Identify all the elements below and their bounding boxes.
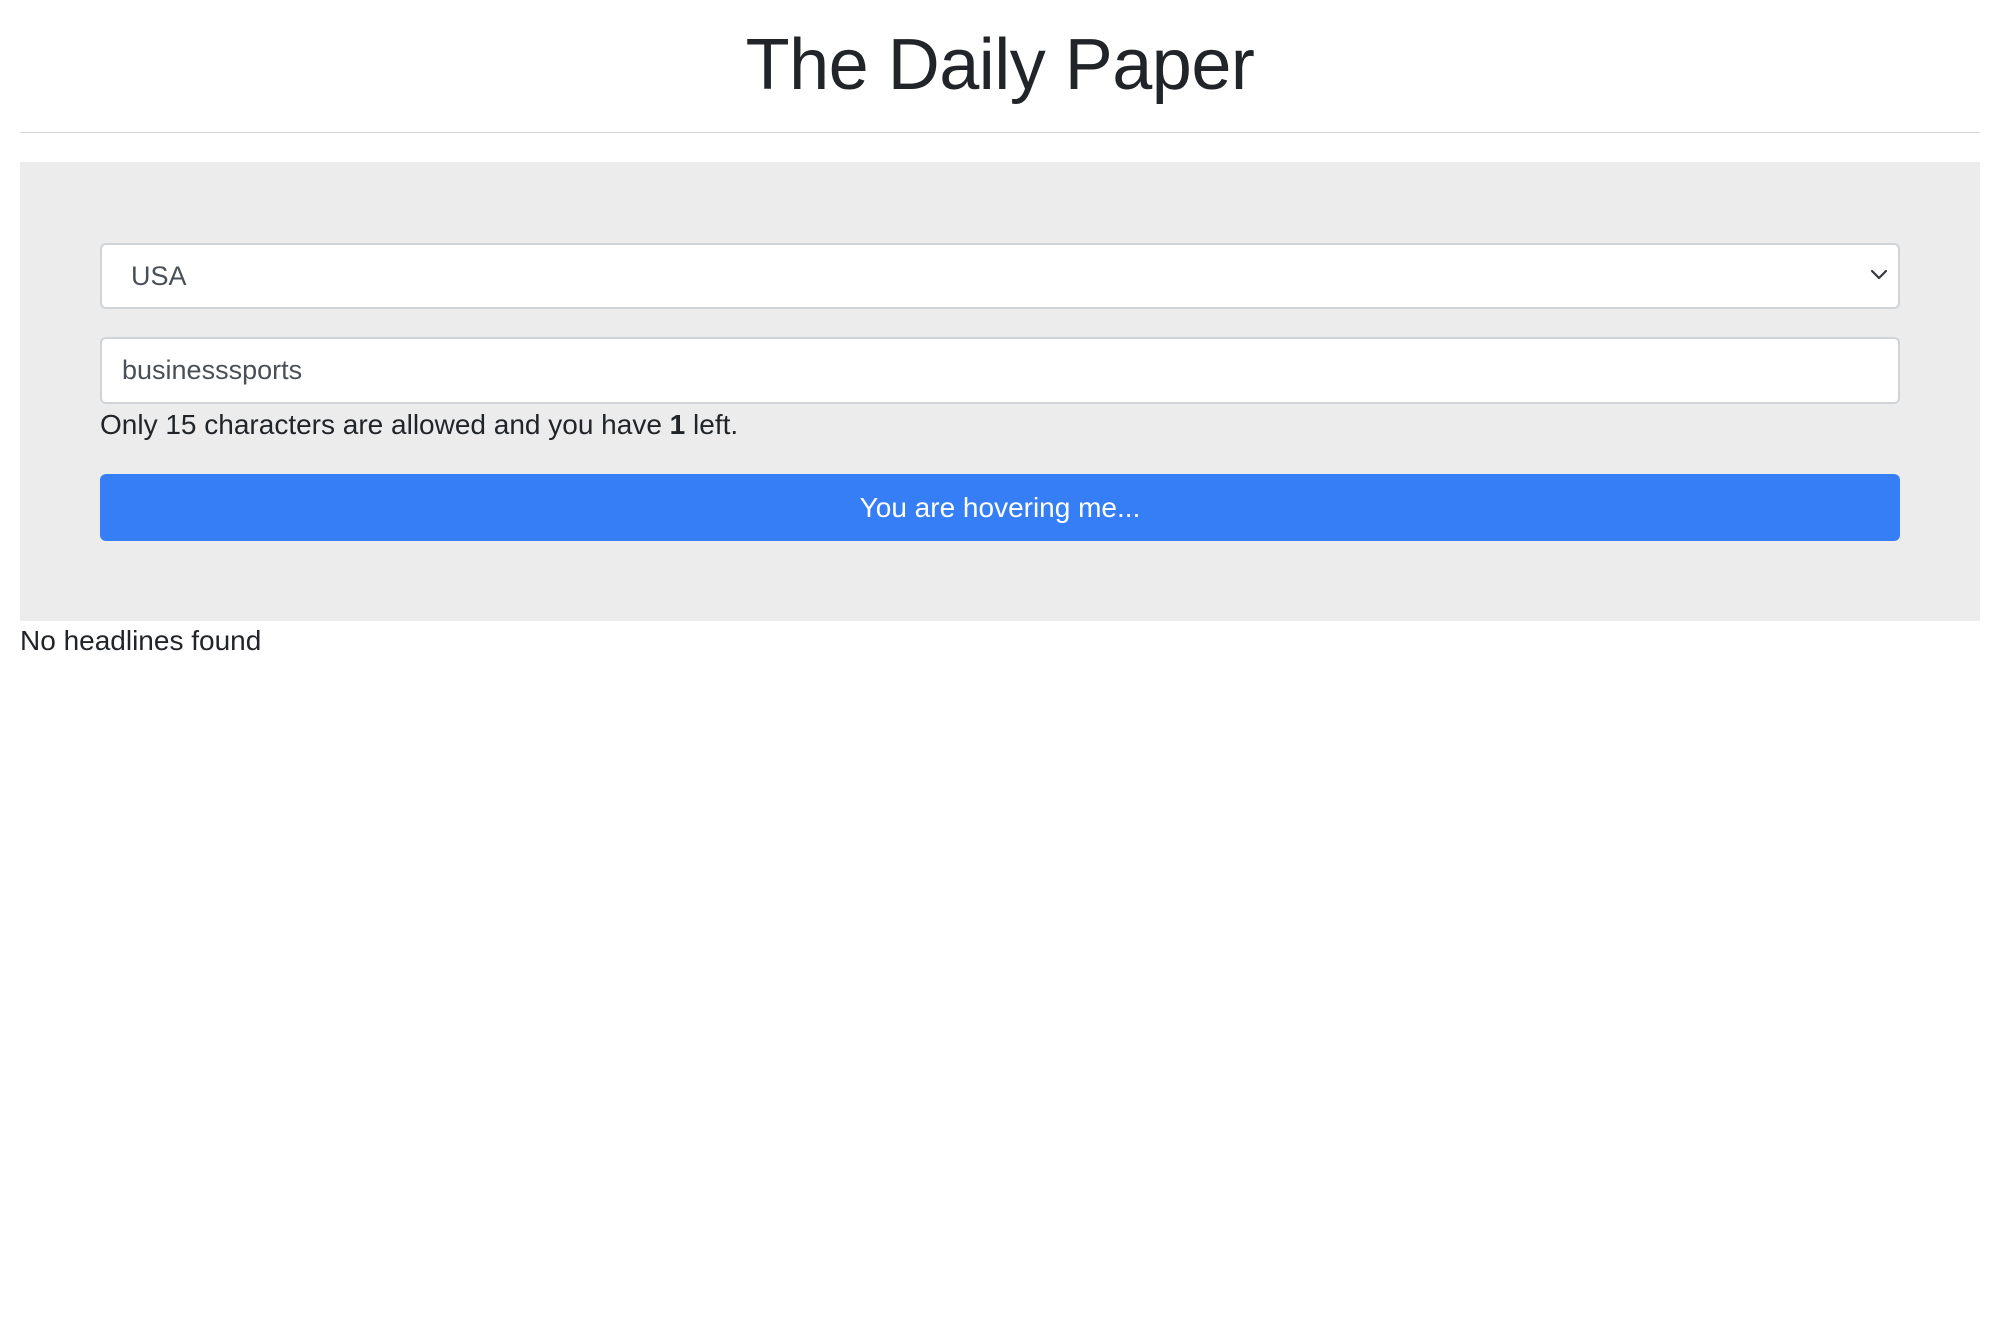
country-select[interactable]: USA bbox=[100, 243, 1900, 309]
character-counter-prefix: Only 15 characters are allowed and you h… bbox=[100, 409, 670, 440]
characters-remaining: 1 bbox=[669, 409, 686, 440]
page-title: The Daily Paper bbox=[745, 25, 1255, 105]
no-headlines-message: No headlines found bbox=[20, 625, 262, 656]
title-divider bbox=[20, 132, 1980, 133]
character-counter-suffix: left. bbox=[685, 409, 739, 440]
page: The Daily Paper USA Only 15 characters a… bbox=[0, 0, 2000, 1320]
country-select-value: USA bbox=[131, 261, 187, 291]
category-input[interactable] bbox=[100, 337, 1900, 404]
character-counter: Only 15 characters are allowed and you h… bbox=[100, 406, 738, 444]
submit-button[interactable]: You are hovering me... bbox=[100, 474, 1900, 541]
chevron-down-icon bbox=[1870, 269, 1888, 280]
